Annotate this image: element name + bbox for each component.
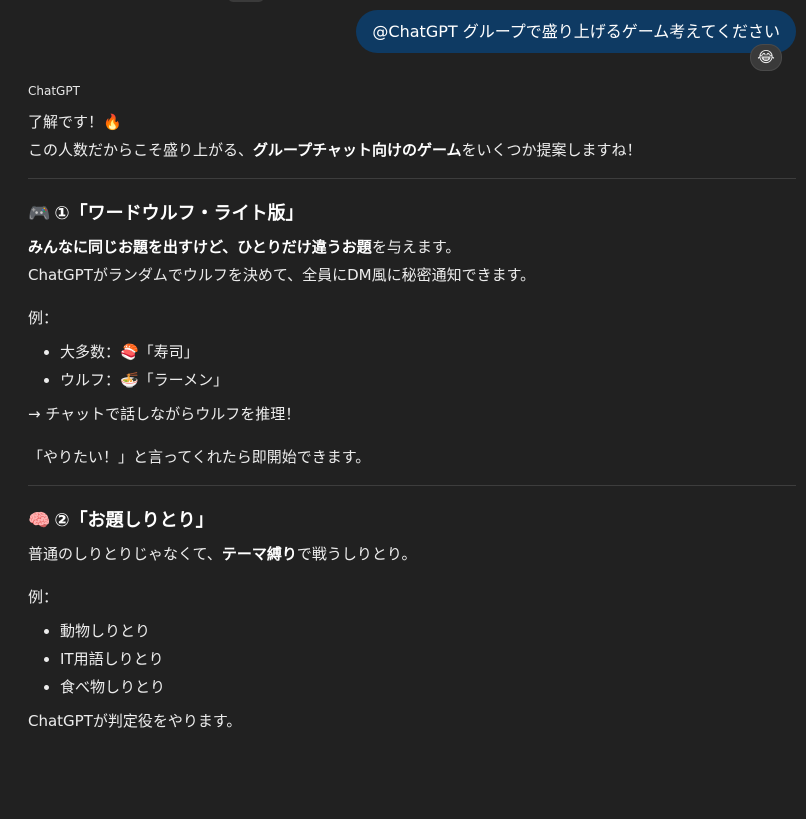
laughing-emoji-icon: 😂 [757,48,775,66]
previous-message-stub [228,0,264,2]
game-1-desc-end: を与えます。 [371,238,461,256]
game-1-note-2: 「やりたい！」と言ってくれたら即開始できます。 [28,448,371,466]
game-1-desc-2: ChatGPTがランダムでウルフを決めて、全員にDM風に秘密通知できます。 [28,266,536,284]
intro-line-1: 了解です！🔥 [28,113,122,131]
game-1-title-text: ①「ワードウルフ・ライト版」 [54,203,304,224]
brain-icon: 🧠 [28,510,51,531]
list-item: IT用語しりとり [60,645,796,673]
intro-bold: グループチャット向けのゲーム [253,141,462,159]
list-item: ウルフ：🍜「ラーメン」 [60,366,796,394]
game-1-example-label: 例： [28,309,59,327]
list-item: 大多数：🍣「寿司」 [60,338,796,366]
intro-text-end: をいくつか提案しますね！ [461,141,642,159]
game-2-example-label: 例： [28,588,59,606]
game-1-desc-bold: みんなに同じお題を出すけど、ひとりだけ違うお題 [28,238,372,256]
game-1-desc-1: みんなに同じお題を出すけど、ひとりだけ違うお題を与えます。 [28,233,796,261]
intro-text: この人数だからこそ盛り上がる、 [28,141,254,159]
game-2-title-text: ②「お題しりとり」 [54,510,214,531]
game-2-desc-1: 普通のしりとりじゃなくて、テーマ縛りで戦うしりとり。 [28,540,796,568]
intro-line-2: この人数だからこそ盛り上がる、グループチャット向けのゲームをいくつか提案しますね… [28,136,796,164]
game-2-desc-text: 普通のしりとりじゃなくて、 [28,545,222,563]
game-1-title: 🎮 ①「ワードウルフ・ライト版」 [28,199,796,229]
game-1-note-1: → チャットで話しながらウルフを推理！ [28,405,301,423]
user-message-text: @ChatGPT グループで盛り上げるゲーム考えてください [372,22,780,41]
game-1-example-list: 大多数：🍣「寿司」 ウルフ：🍜「ラーメン」 [28,338,796,394]
game-controller-icon: 🎮 [28,203,51,224]
list-item: 動物しりとり [60,617,796,645]
sender-name: ChatGPT [28,84,80,98]
user-message-bubble: @ChatGPT グループで盛り上げるゲーム考えてください [356,10,796,53]
game-2-desc-end: で戦うしりとり。 [296,545,417,563]
game-2-note-1: ChatGPTが判定役をやります。 [28,712,242,730]
game-2-desc-bold: テーマ縛り [221,545,297,563]
reaction-badge[interactable]: 😂 [750,44,782,71]
assistant-message: 了解です！🔥 この人数だからこそ盛り上がる、グループチャット向けのゲームをいくつ… [28,108,796,735]
divider [28,178,796,179]
divider [28,485,796,486]
list-item: 食べ物しりとり [60,673,796,701]
game-2-title: 🧠 ②「お題しりとり」 [28,506,796,536]
game-2-example-list: 動物しりとり IT用語しりとり 食べ物しりとり [28,617,796,701]
